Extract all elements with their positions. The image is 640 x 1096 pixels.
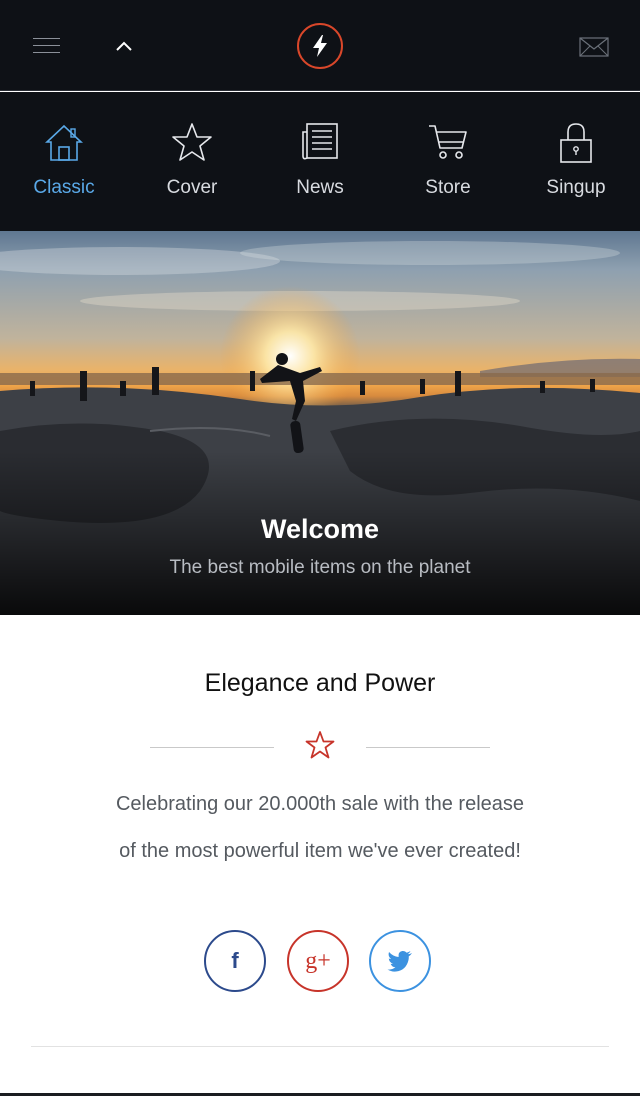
home-icon <box>44 124 84 161</box>
hero-subtitle: The best mobile items on the planet <box>169 557 471 578</box>
nav-item-classic[interactable]: Classic <box>0 92 128 231</box>
newspaper-icon <box>302 123 338 160</box>
star-icon <box>305 731 335 759</box>
content-section: Elegance and Power Celebrating our 20.00… <box>0 615 640 1096</box>
nav-label-store: Store <box>425 177 471 198</box>
lock-icon <box>560 123 592 163</box>
hero-title: Welcome <box>260 514 380 544</box>
nav-label-classic: Classic <box>33 177 95 198</box>
section-paragraph-line1: Celebrating our 20.000th sale with the r… <box>115 793 525 815</box>
top-bar <box>0 0 640 91</box>
facebook-icon: f <box>231 948 239 973</box>
cart-icon <box>429 125 467 159</box>
section-paragraph-line2: of the most powerful item we've ever cre… <box>119 840 521 862</box>
twitter-icon <box>387 950 412 972</box>
nav-item-cover[interactable]: Cover <box>128 92 256 231</box>
facebook-button[interactable]: f <box>204 930 266 992</box>
twitter-button[interactable] <box>369 930 431 992</box>
hero-banner: Welcome The best mobile items on the pla… <box>0 231 640 615</box>
bottom-divider <box>31 1046 609 1047</box>
envelope-icon[interactable] <box>579 37 609 57</box>
main-nav: Classic Cover News Store Singup <box>0 92 640 231</box>
google-plus-icon: g+ <box>305 947 331 974</box>
star-icon <box>172 123 212 161</box>
nav-label-cover: Cover <box>166 177 218 198</box>
app-screen: Classic Cover News Store Singup Welcome … <box>0 0 640 1096</box>
lightning-bolt-icon[interactable] <box>297 23 343 69</box>
section-title: Elegance and Power <box>204 669 436 697</box>
divider-right <box>366 747 490 748</box>
nav-item-news[interactable]: News <box>256 92 384 231</box>
nav-label-singup: Singup <box>546 177 606 198</box>
divider-left <box>150 747 274 748</box>
chevron-up-icon[interactable] <box>113 36 135 56</box>
nav-item-singup[interactable]: Singup <box>512 92 640 231</box>
nav-item-store[interactable]: Store <box>384 92 512 231</box>
hamburger-menu-icon[interactable] <box>33 38 60 54</box>
google-plus-button[interactable]: g+ <box>287 930 349 992</box>
nav-label-news: News <box>296 177 344 198</box>
